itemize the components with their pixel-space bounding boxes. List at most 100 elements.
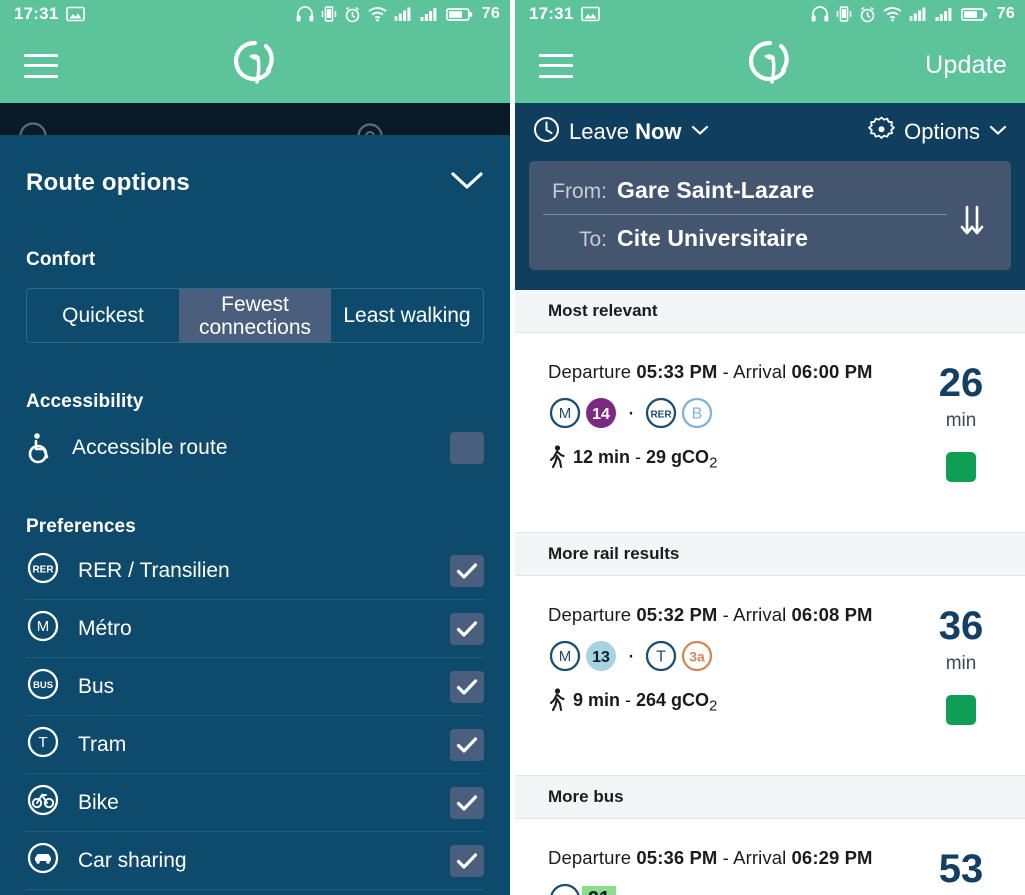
result-duration-block: 53 min	[915, 847, 1007, 895]
update-button[interactable]: Update	[925, 51, 1007, 80]
preference-row-bus[interactable]: BUS Bus	[26, 658, 484, 716]
signal-icon	[394, 7, 411, 21]
result-duration: 36	[938, 604, 984, 648]
walk-duration: 12 min - 29 gCO2	[573, 447, 718, 472]
segment-fewest-connections[interactable]: Fewest connections	[179, 289, 331, 342]
gear-icon	[357, 123, 383, 135]
line-badge-3a: 3a	[680, 639, 714, 673]
wifi-icon	[368, 7, 387, 22]
line-badge-13: 13	[584, 639, 618, 673]
result-times: Departure 05:32 PM - Arrival 06:08 PM	[548, 604, 873, 625]
preference-checkbox[interactable]	[450, 554, 484, 587]
options-selector[interactable]: Options	[868, 116, 1007, 148]
preference-row-bike[interactable]: Bike	[26, 774, 484, 832]
search-header: Leave Now Options From: Gare Saint-Lazar…	[515, 103, 1025, 290]
svg-text:M: M	[559, 648, 572, 665]
headphones-icon	[811, 6, 829, 22]
swap-vertical-icon[interactable]	[947, 193, 997, 237]
route-options-header[interactable]: Route options	[26, 135, 484, 197]
app-bar-right: Update	[515, 28, 1025, 103]
from-field[interactable]: From: Gare Saint-Lazare	[543, 171, 947, 215]
group-heading-more-bus: More bus	[515, 776, 1025, 819]
to-label: To:	[578, 228, 607, 251]
segment-least-walking[interactable]: Least walking	[331, 289, 483, 342]
eco-indicator	[946, 452, 976, 482]
svg-text:14: 14	[592, 406, 610, 423]
result-line-badges: BUS 21	[548, 882, 915, 895]
accessible-route-row[interactable]: Accessible route	[26, 419, 484, 476]
preference-checkbox[interactable]	[450, 612, 484, 645]
preference-checkbox[interactable]	[450, 844, 484, 877]
chevron-down-icon[interactable]	[450, 170, 484, 197]
metro-icon: M	[548, 639, 582, 673]
result-line-badges: M 13 · T 3a	[548, 639, 915, 673]
result-duration-block: 36 min	[915, 604, 1007, 751]
battery-level: 76	[481, 5, 500, 22]
car-icon	[26, 841, 64, 880]
group-heading-more-rail: More rail results	[515, 533, 1025, 576]
svg-text:BUS: BUS	[33, 680, 53, 691]
result-main: Departure 05:33 PM - Arrival 06:00 PM M …	[548, 361, 915, 508]
tram-icon: T	[644, 639, 678, 673]
svg-text:M: M	[37, 618, 50, 635]
result-card[interactable]: Departure 05:32 PM - Arrival 06:08 PM M …	[515, 576, 1025, 776]
result-card[interactable]: Departure 05:33 PM - Arrival 06:00 PM M …	[515, 333, 1025, 533]
result-duration-unit: min	[945, 410, 977, 431]
svg-text:RER: RER	[650, 410, 672, 421]
badge-separator: ·	[627, 642, 635, 669]
origin-destination-box: From: Gare Saint-Lazare To: Cite Univers…	[529, 161, 1011, 270]
vibrate-icon	[836, 6, 852, 22]
svg-text:13: 13	[592, 649, 610, 666]
result-duration: 26	[938, 361, 984, 405]
result-main: Departure 05:36 PM - Arrival 06:29 PM BU…	[548, 847, 915, 895]
route-options-sheet: Route options Confort Quickest Fewest co…	[0, 135, 510, 895]
rer-icon: RER	[26, 551, 64, 590]
line-badge-b: B	[680, 396, 714, 430]
from-label: From:	[552, 180, 607, 203]
hamburger-icon[interactable]	[24, 53, 58, 78]
group-heading-most-relevant: Most relevant	[515, 290, 1025, 333]
confort-segmented-control: Quickest Fewest connections Least walkin…	[26, 288, 484, 343]
chevron-down-icon[interactable]	[989, 123, 1007, 141]
page-title: Route options	[26, 169, 190, 196]
svg-text:RER: RER	[32, 565, 54, 576]
preference-label: Bus	[78, 674, 115, 698]
svg-text:B: B	[692, 406, 703, 423]
preference-row-rer[interactable]: RER RER / Transilien	[26, 542, 484, 600]
signal-icon	[935, 8, 952, 21]
result-duration-block: 26 min	[915, 361, 1007, 508]
eco-indicator	[946, 695, 976, 725]
preference-checkbox[interactable]	[450, 670, 484, 703]
accessible-route-label: Accessible route	[72, 435, 228, 459]
preference-checkbox[interactable]	[450, 786, 484, 819]
preferences-label: Preferences	[26, 516, 136, 537]
result-duration: 53	[938, 847, 984, 891]
accessible-route-checkbox[interactable]	[450, 431, 484, 464]
preference-row-metro[interactable]: M Métro	[26, 600, 484, 658]
rer-icon: RER	[644, 396, 678, 430]
right-phone-screen: 17:31 76 Update Leave Now Options From: …	[515, 0, 1025, 895]
headphones-icon	[296, 6, 314, 22]
result-times: Departure 05:36 PM - Arrival 06:29 PM	[548, 847, 873, 868]
od-fields: From: Gare Saint-Lazare To: Cite Univers…	[543, 171, 947, 258]
options-label: Options	[904, 119, 980, 144]
to-field[interactable]: To: Cite Universitaire	[543, 215, 947, 258]
preference-row-car-sharing[interactable]: Car sharing	[26, 832, 484, 890]
result-duration-unit: min	[945, 653, 977, 674]
svg-text:3a: 3a	[689, 649, 705, 665]
svg-text:T: T	[656, 649, 666, 666]
result-line-badges: M 14 · RER B	[548, 396, 915, 430]
hamburger-icon[interactable]	[539, 53, 573, 78]
line-badge-21: 21	[582, 885, 616, 895]
dual-screenshot-container: 17:31 76 Route options Confort Quickest …	[0, 0, 1025, 895]
segment-quickest[interactable]: Quickest	[27, 289, 179, 342]
preference-row-tram[interactable]: T Tram	[26, 716, 484, 774]
status-time: 17:31	[14, 4, 59, 23]
walking-icon	[548, 445, 566, 474]
result-card[interactable]: Departure 05:36 PM - Arrival 06:29 PM BU…	[515, 819, 1025, 895]
app-logo-icon	[747, 39, 793, 92]
signal-icon	[909, 7, 926, 21]
preference-checkbox[interactable]	[450, 728, 484, 761]
chevron-down-icon[interactable]	[691, 123, 709, 141]
leave-time-selector[interactable]: Leave Now	[533, 116, 709, 148]
